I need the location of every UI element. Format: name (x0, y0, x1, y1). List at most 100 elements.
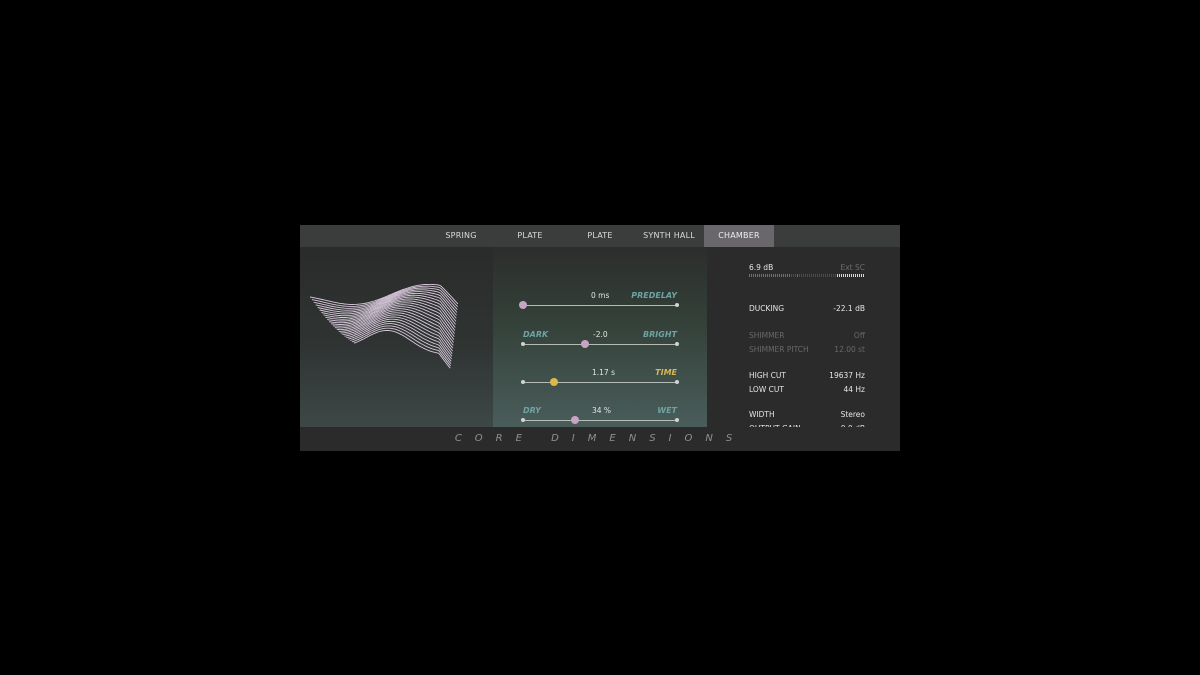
tone-dark-label: DARK (523, 330, 549, 339)
width-param[interactable]: WIDTH Stereo (749, 410, 865, 422)
meter-segment (831, 274, 832, 277)
tone-slider-handle[interactable] (580, 340, 589, 348)
meter-segment (799, 274, 800, 277)
tab-plate-digital[interactable]: PLATE DIGITAL (570, 225, 630, 262)
time-label: TIME (655, 368, 677, 377)
meter-segment (761, 274, 762, 277)
meter-segment (811, 274, 812, 277)
time-control: 1.17 s TIME (493, 368, 707, 398)
ducking-value: -22.1 dB (833, 304, 865, 313)
high-cut-label: HIGH CUT (749, 371, 786, 380)
tone-slider-track[interactable] (523, 344, 677, 345)
predelay-track-end (675, 303, 679, 307)
predelay-label: PREDELAY (631, 291, 677, 300)
mix-value: 34 % (592, 406, 612, 415)
meter-segment (753, 274, 754, 277)
meter-segment (817, 274, 818, 277)
high-cut-param[interactable]: HIGH CUT 19637 Hz (749, 371, 865, 383)
meter-segment (825, 274, 826, 277)
meter-segment (851, 274, 852, 277)
meter-segment (793, 274, 794, 277)
tone-track-start (521, 342, 525, 346)
high-cut-value: 19637 Hz (829, 371, 865, 380)
meter-segment (787, 274, 788, 277)
tone-bright-label: BRIGHT (643, 330, 677, 339)
time-track-start (521, 380, 525, 384)
meter-segment (855, 274, 856, 277)
level-meter-bar (749, 274, 864, 277)
low-cut-param[interactable]: LOW CUT 44 Hz (749, 385, 865, 397)
meter-segment (771, 274, 772, 277)
mix-wet-label: WET (657, 406, 677, 415)
meter-segment (845, 274, 846, 277)
meter-segment (819, 274, 820, 277)
mix-track-start (521, 418, 525, 422)
tab-spring[interactable]: SPRING (437, 225, 485, 247)
meter-value: 6.9 dB (749, 263, 774, 272)
predelay-slider-handle[interactable] (519, 301, 527, 309)
meter-segment (821, 274, 822, 277)
meter-segment (839, 274, 840, 277)
tab-chamber[interactable]: CHAMBER (704, 225, 774, 247)
shimmer-pitch-value: 12.00 st (834, 345, 865, 354)
ducking-param[interactable]: DUCKING -22.1 dB (749, 304, 865, 316)
width-label: WIDTH (749, 410, 775, 419)
meter-segment (797, 274, 798, 277)
meter-segment (841, 274, 842, 277)
meter-segment (763, 274, 764, 277)
mix-track-end (675, 418, 679, 422)
meter-segment (801, 274, 802, 277)
meter-segment (795, 274, 796, 277)
meter-segment (777, 274, 778, 277)
predelay-slider-track[interactable] (523, 305, 677, 306)
algorithm-tab-bar: SPRING PLATE ANALOG PLATE DIGITAL SYNTH … (300, 225, 900, 262)
meter-segment (769, 274, 770, 277)
meter-segment (829, 274, 830, 277)
parameter-panel: 6.9 dB Ext SC DUCKING -22.1 dB SHIMMER O… (707, 247, 900, 433)
predelay-value: 0 ms (591, 291, 610, 300)
meter-segment (757, 274, 758, 277)
mix-slider-handle[interactable] (571, 416, 580, 424)
meter-segment (767, 274, 768, 277)
meter-segment (815, 274, 816, 277)
mix-slider-track[interactable] (523, 420, 677, 421)
tab-synth-hall[interactable]: SYNTH HALL (640, 225, 698, 247)
product-title: CORE DIMENSIONS (300, 427, 900, 451)
meter-segment (781, 274, 782, 277)
meter-segment (773, 274, 774, 277)
sidechain-meter: 6.9 dB Ext SC (749, 263, 865, 279)
waterfall-waveform-graphic (309, 283, 459, 369)
time-track-end (675, 380, 679, 384)
meter-segment (791, 274, 792, 277)
sidechain-source[interactable]: Ext SC (841, 263, 866, 272)
meter-segment (853, 274, 854, 277)
meter-segment (809, 274, 810, 277)
width-value: Stereo (840, 410, 865, 419)
meter-segment (755, 274, 756, 277)
meter-segment (843, 274, 844, 277)
meter-segment (803, 274, 804, 277)
meter-segment (759, 274, 760, 277)
meter-segment (861, 274, 862, 277)
meter-segment (765, 274, 766, 277)
time-value: 1.17 s (592, 368, 615, 377)
low-cut-value: 44 Hz (843, 385, 865, 394)
shimmer-pitch-label: SHIMMER PITCH (749, 345, 809, 354)
tone-control: DARK -2.0 BRIGHT (493, 330, 707, 360)
ducking-label: DUCKING (749, 304, 785, 313)
meter-segment (833, 274, 834, 277)
tone-track-end (675, 342, 679, 346)
meter-segment (805, 274, 806, 277)
time-slider-handle[interactable] (549, 378, 558, 386)
time-slider-track[interactable] (523, 382, 677, 383)
shimmer-pitch-param[interactable]: SHIMMER PITCH 12.00 st (749, 345, 865, 357)
meter-segment (837, 274, 838, 277)
main-controls-panel: 0 ms PREDELAY DARK -2.0 BRIGHT 1.17 s TI… (493, 247, 707, 427)
meter-segment (785, 274, 786, 277)
meter-segment (751, 274, 752, 277)
meter-segment (789, 274, 790, 277)
meter-segment (783, 274, 784, 277)
tab-plate-analog[interactable]: PLATE ANALOG (500, 225, 560, 262)
shimmer-param[interactable]: SHIMMER Off (749, 331, 865, 343)
meter-segment (835, 274, 836, 277)
